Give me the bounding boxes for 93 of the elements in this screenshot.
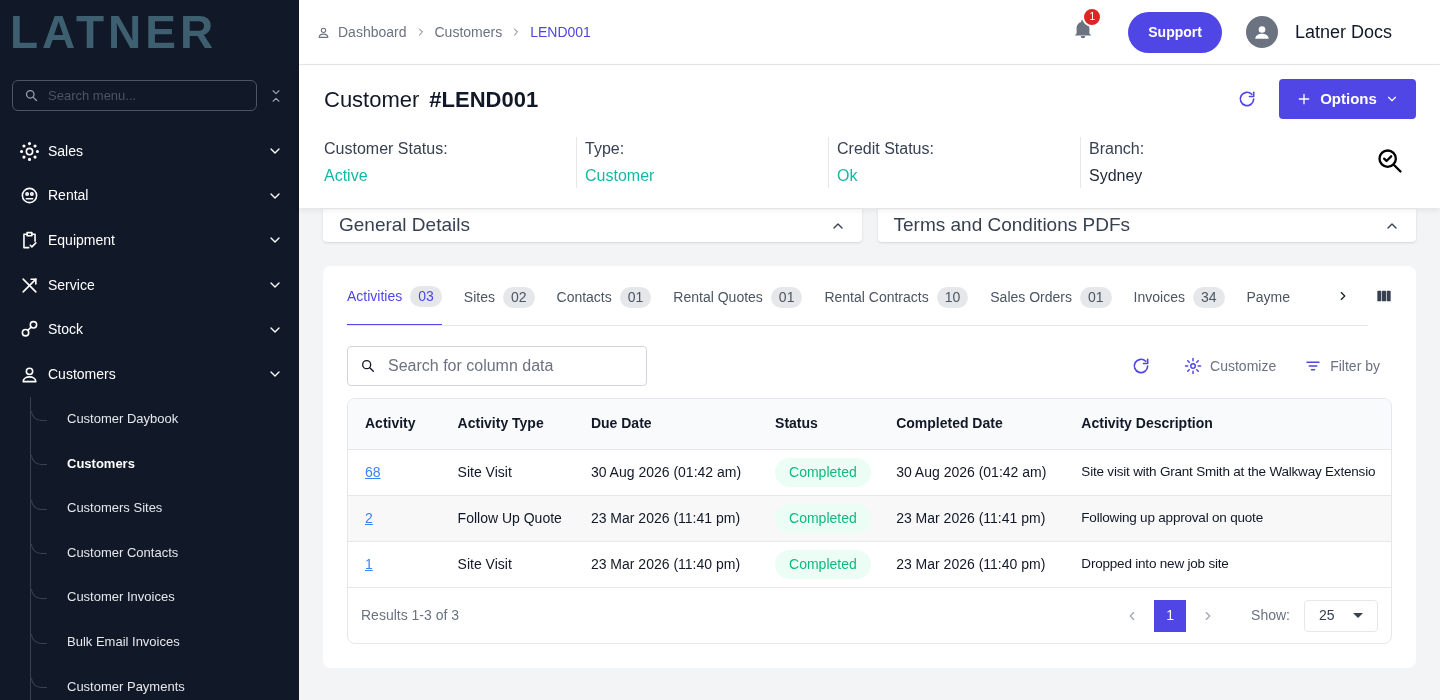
customize-button[interactable]: Customize [1184, 355, 1277, 377]
column-header: Completed Date [879, 399, 1065, 449]
table-cell: 23 Mar 2026 (11:41 pm) [879, 495, 1065, 541]
table-cell: Following up approval on quote [1064, 495, 1391, 541]
table-cell: Follow Up Quote [440, 495, 574, 541]
notification-badge: 1 [1082, 6, 1103, 27]
count-badge: 01 [619, 286, 652, 308]
clipboard-check-icon [20, 231, 39, 250]
support-button[interactable]: Support [1128, 11, 1222, 53]
tab[interactable]: Rental Contracts 10 [824, 281, 969, 325]
panel-title: General Details [339, 213, 471, 238]
field-label: Customer Status: [324, 139, 449, 159]
field-value: Active [324, 166, 369, 186]
activity-link[interactable]: 2 [365, 509, 373, 526]
options-button[interactable]: Options [1279, 79, 1416, 119]
count-badge: 34 [1192, 286, 1225, 308]
count-badge: 02 [502, 286, 535, 308]
table-cell: 23 Mar 2026 (11:41 pm) [573, 495, 759, 541]
status-badge: Completed [775, 503, 871, 533]
page-size-select[interactable]: 25 [1304, 599, 1378, 632]
submenu-item[interactable]: Customer Daybook [31, 396, 299, 442]
user-name[interactable]: Latner Docs [1294, 18, 1392, 46]
tab[interactable]: Payme [1246, 281, 1291, 325]
activity-link[interactable]: 68 [365, 463, 381, 480]
count-badge: 01 [1080, 286, 1112, 308]
search-icon [360, 358, 376, 374]
filter-button[interactable]: Filter by [1304, 355, 1380, 377]
search-check-icon[interactable] [1376, 147, 1404, 175]
sidebar-item[interactable]: Rental [0, 173, 299, 219]
tab[interactable]: Contacts 01 [556, 281, 652, 325]
panel-title: Terms and Conditions PDFs [893, 213, 1132, 238]
sidebar-item[interactable]: Equipment [0, 218, 299, 263]
table-cell: 23 Mar 2026 (11:40 pm) [573, 541, 759, 587]
status-badge: Completed [775, 457, 871, 487]
table-cell: Site Visit [440, 449, 574, 495]
column-header: Activity Type [440, 399, 574, 449]
face-badge-icon [20, 186, 39, 206]
breadcrumb-link[interactable]: Dashboard [338, 21, 407, 43]
breadcrumb-link[interactable]: Customers [434, 21, 503, 43]
submenu-item[interactable]: Bulk Email Invoices [31, 619, 299, 665]
sidebar-item[interactable]: Stock [0, 307, 299, 352]
status-badge: Completed [775, 549, 871, 579]
sidebar-item[interactable]: Customers [0, 351, 299, 397]
table-cell: 30 Aug 2026 (01:42 am) [573, 449, 759, 495]
show-label: Show: [1251, 606, 1290, 625]
field-value: Customer [585, 166, 656, 186]
table-cell: 30 Aug 2026 (01:42 am) [879, 449, 1065, 495]
field-label: Branch: [1089, 139, 1146, 159]
page-title: Customer [324, 85, 420, 114]
page-button[interactable]: 1 [1154, 599, 1187, 632]
search-field[interactable]: Search menu... [12, 80, 257, 111]
table-cell: 23 Mar 2026 (11:40 pm) [879, 541, 1065, 587]
table-cell: Site visit with Grant Smith at the Walkway Extensio [1064, 449, 1391, 495]
collapsible-panel[interactable]: Terms and Conditions PDFs [877, 209, 1416, 242]
submenu-item[interactable]: Customer Invoices [31, 574, 299, 620]
customer-id: #LEND001 [429, 85, 540, 114]
table-cell: Site Visit [440, 541, 574, 587]
tab[interactable]: Activities 03 [347, 281, 442, 325]
column-header: Activity [348, 399, 441, 449]
count-badge: 03 [410, 286, 442, 307]
results-count: Results 1-3 of 3 [361, 606, 461, 625]
tab[interactable]: Sales Orders 01 [990, 281, 1112, 325]
activity-link[interactable]: 1 [365, 555, 373, 572]
field-label: Credit Status: [837, 139, 935, 159]
field-label: Type: [585, 139, 626, 159]
sidebar-item[interactable]: Sales [0, 129, 299, 174]
sidebar-item[interactable]: Service [0, 262, 299, 308]
submenu-item[interactable]: Customers [31, 441, 299, 486]
submenu-item[interactable]: Customer Contacts [31, 530, 299, 575]
table-cell: Dropped into new job site [1064, 541, 1391, 587]
tab[interactable]: Invoices 34 [1133, 281, 1225, 325]
refresh-icon[interactable] [1237, 89, 1257, 109]
column-header: Status [758, 399, 880, 449]
person-icon [20, 364, 39, 384]
refresh-icon[interactable] [1131, 356, 1152, 376]
collapsible-panel[interactable]: General Details [323, 209, 862, 242]
network-icon [20, 141, 39, 161]
submenu-item[interactable]: Customers Sites [31, 485, 299, 531]
breadcrumb-current: LEND001 [530, 22, 591, 42]
field-value: Sydney [1089, 166, 1144, 186]
columns-icon[interactable] [1376, 288, 1392, 304]
tab[interactable]: Rental Quotes 01 [673, 281, 803, 325]
count-badge: 01 [770, 286, 803, 308]
submenu-item[interactable]: Customer Payments [31, 664, 299, 700]
search-icon [24, 88, 39, 103]
column-header: Activity Description [1064, 399, 1391, 449]
logo: LATNER [9, 5, 219, 58]
avatar-icon[interactable] [1245, 16, 1278, 48]
column-header: Due Date [573, 399, 759, 449]
person-icon [317, 25, 330, 39]
field-value: Ok [837, 166, 859, 186]
count-badge: 10 [936, 286, 969, 308]
tab[interactable]: Sites 02 [463, 281, 535, 325]
